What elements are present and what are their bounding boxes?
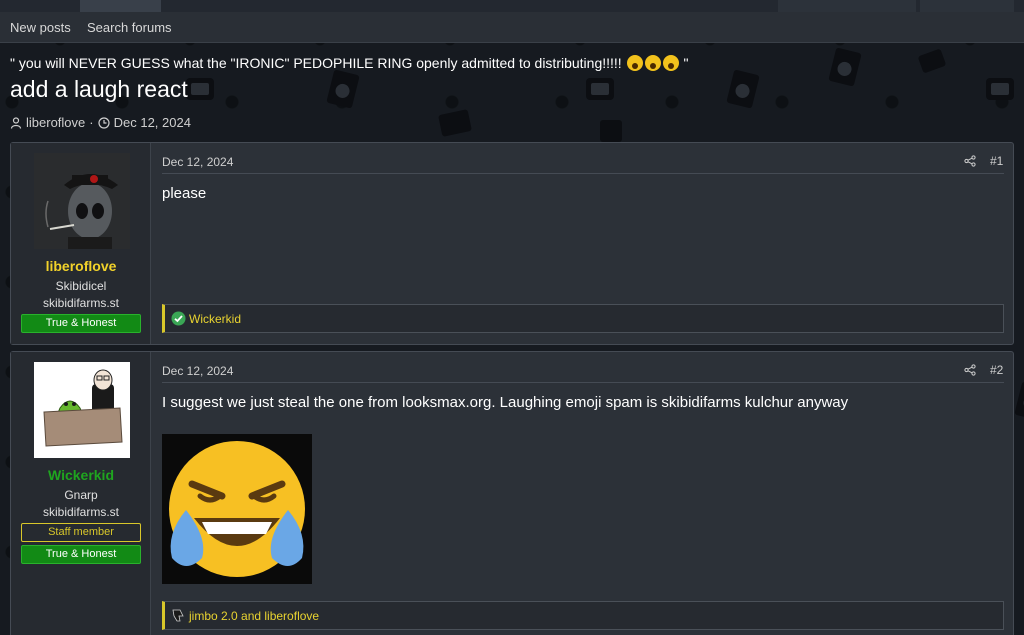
username-link[interactable]: liberoflove	[11, 258, 151, 274]
check-circle-icon	[171, 311, 186, 326]
reactions-bar[interactable]: Wickerkid	[162, 304, 1004, 333]
avatar[interactable]	[34, 153, 130, 249]
laughing-emoji-image[interactable]	[162, 434, 312, 584]
cassette-icon	[438, 109, 472, 137]
reactions-bar[interactable]: jimbo 2.0 and liberoflove	[162, 601, 1004, 630]
nav-tab[interactable]	[920, 0, 1014, 12]
user-site: skibidifarms.st	[42, 296, 119, 310]
thumbs-down-icon	[172, 609, 184, 622]
thread-date-link[interactable]: Dec 12, 2024	[114, 115, 191, 130]
nav-tab-forums[interactable]	[80, 0, 161, 12]
search-forums-link[interactable]: Search forums	[87, 20, 172, 35]
screaming-face-icon	[626, 55, 643, 71]
post-user-column: liberoflove Skibidicel skibidifarms.st T…	[11, 143, 151, 344]
tv-icon	[586, 78, 614, 100]
user-site: skibidifarms.st	[42, 505, 119, 519]
tv-icon	[186, 78, 214, 100]
sub-nav: New posts Search forums	[0, 12, 1024, 43]
thread-prefix: " you will NEVER GUESS what the "IRONIC"…	[10, 55, 688, 71]
page-title: add a laugh react	[10, 76, 188, 102]
post: liberoflove Skibidicel skibidifarms.st T…	[10, 142, 1014, 345]
new-posts-link[interactable]: New posts	[10, 20, 71, 35]
reactions-list[interactable]: Wickerkid	[189, 312, 241, 326]
top-nav-bar	[0, 0, 1024, 12]
speaker-icon	[326, 69, 360, 109]
clock-icon	[98, 116, 110, 129]
avatar[interactable]	[34, 362, 130, 458]
share-icon[interactable]	[964, 364, 976, 376]
thread-meta: libero​flove · Dec 12, 2024	[10, 115, 191, 130]
post-date-link[interactable]: Dec 12, 2024	[162, 155, 233, 169]
share-icon[interactable]	[964, 155, 976, 167]
nav-tab[interactable]	[840, 0, 916, 12]
post-header-divider	[162, 382, 1004, 383]
post-user-column: Wickerkid Gnarp skibidifarms.st Staff me…	[11, 352, 151, 635]
username-link[interactable]: Wickerkid	[11, 467, 151, 483]
post-body: please	[162, 185, 207, 202]
post-header-divider	[162, 173, 1004, 174]
thread-prefix-text: " you will NEVER GUESS what the "IRONIC"…	[10, 55, 622, 71]
post-body: I suggest we just steal the one from loo…	[162, 394, 849, 411]
post-number-link[interactable]: #2	[990, 363, 1003, 377]
screaming-face-icon	[662, 55, 679, 71]
thread-prefix-end: "	[683, 55, 689, 71]
reactions-list[interactable]: jimbo 2.0 and liberoflove	[189, 609, 319, 623]
user-icon	[10, 116, 22, 129]
thread-starter-link[interactable]: libero​flove	[26, 115, 85, 130]
post-date-link[interactable]: Dec 12, 2024	[162, 364, 233, 378]
tv-icon	[986, 78, 1014, 100]
user-title: Gnarp	[64, 488, 98, 502]
user-title: Skibidicel	[55, 279, 107, 293]
nav-tab[interactable]	[778, 0, 840, 12]
badge-staff-member: Staff member	[21, 523, 141, 542]
post-number-link[interactable]: #1	[990, 154, 1003, 168]
screaming-face-icon	[644, 55, 661, 71]
pattern-icon	[600, 120, 622, 142]
badge-true-honest: True & Honest	[21, 545, 141, 564]
speaker-icon	[1014, 381, 1024, 421]
pattern-icon	[917, 48, 947, 74]
speaker-icon	[726, 69, 760, 109]
speaker-icon	[828, 47, 862, 87]
meta-separator: ·	[89, 115, 94, 130]
badge-true-honest: True & Honest	[21, 314, 141, 333]
post: Wickerkid Gnarp skibidifarms.st Staff me…	[10, 351, 1014, 635]
